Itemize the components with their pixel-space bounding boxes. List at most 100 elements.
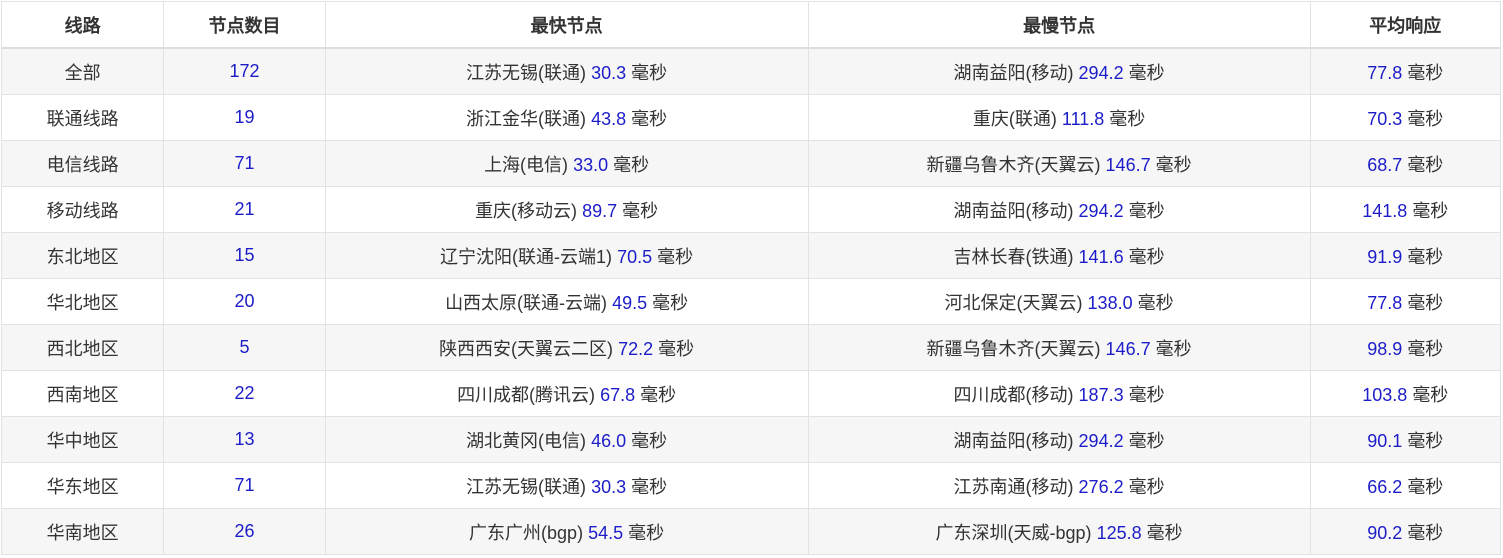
average-latency: 98.9 <box>1367 338 1403 359</box>
cell-slowest: 新疆乌鲁木齐(天翼云) 146.7 毫秒 <box>807 324 1311 371</box>
fastest-latency: 49.5 <box>612 292 648 313</box>
fastest-node-name: 江苏无锡(联通) <box>466 62 587 83</box>
fastest-latency: 33.0 <box>573 154 609 175</box>
node-count: 26 <box>234 521 255 541</box>
cell-average: 141.8 毫秒 <box>1309 186 1502 233</box>
fastest-node-name: 陕西西安(天翼云二区) <box>439 338 614 359</box>
cell-line: 东北地区 <box>0 232 165 279</box>
slowest-latency: 111.8 <box>1061 108 1105 129</box>
slowest-node-name: 河北保定(天翼云) <box>944 292 1083 313</box>
table-row: 华南地区 26 广东广州(bgp) 54.5 毫秒 广东深圳(天威-bgp) 1… <box>0 508 1502 555</box>
latency-unit: 毫秒 <box>1407 522 1444 543</box>
latency-unit: 毫秒 <box>640 384 677 405</box>
cell-average: 91.9 毫秒 <box>1309 232 1502 279</box>
cell-average: 90.1 毫秒 <box>1309 416 1502 463</box>
cell-slowest: 吉林长春(铁通) 141.6 毫秒 <box>807 232 1311 279</box>
cell-fastest: 浙江金华(联通) 43.8 毫秒 <box>324 94 809 141</box>
table-header: 线路 节点数目 最快节点 最慢节点 平均响应 <box>0 1 1502 49</box>
slowest-node-name: 四川成都(移动) <box>953 384 1074 405</box>
cell-slowest: 湖南益阳(移动) 294.2 毫秒 <box>807 416 1311 463</box>
latency-unit: 毫秒 <box>1407 246 1444 267</box>
cell-fastest: 辽宁沈阳(联通-云端1) 70.5 毫秒 <box>324 232 809 279</box>
fastest-node-name: 浙江金华(联通) <box>466 108 587 129</box>
cell-count: 13 <box>163 416 326 463</box>
latency-unit: 毫秒 <box>1128 476 1165 497</box>
cell-average: 103.8 毫秒 <box>1309 370 1502 417</box>
average-latency: 68.7 <box>1367 154 1403 175</box>
line-name: 东北地区 <box>46 246 119 267</box>
slowest-node-name: 新疆乌鲁木齐(天翼云) <box>926 154 1101 175</box>
fastest-latency: 67.8 <box>600 384 636 405</box>
table-row: 华中地区 13 湖北黄冈(电信) 46.0 毫秒 湖南益阳(移动) 294.2 … <box>0 416 1502 463</box>
node-count: 22 <box>234 383 255 403</box>
latency-unit: 毫秒 <box>657 246 694 267</box>
cell-slowest: 河北保定(天翼云) 138.0 毫秒 <box>807 278 1311 325</box>
node-count: 19 <box>234 107 255 127</box>
table-row: 东北地区 15 辽宁沈阳(联通-云端1) 70.5 毫秒 吉林长春(铁通) 14… <box>0 232 1502 279</box>
latency-unit: 毫秒 <box>1155 154 1192 175</box>
latency-unit: 毫秒 <box>1109 108 1146 129</box>
latency-unit: 毫秒 <box>1412 384 1449 405</box>
cell-fastest: 重庆(移动云) 89.7 毫秒 <box>324 186 809 233</box>
node-count: 21 <box>234 199 255 219</box>
slowest-latency: 125.8 <box>1096 522 1142 543</box>
table-row: 西北地区 5 陕西西安(天翼云二区) 72.2 毫秒 新疆乌鲁木齐(天翼云) 1… <box>0 324 1502 371</box>
cell-count: 71 <box>163 140 326 187</box>
cell-fastest: 陕西西安(天翼云二区) 72.2 毫秒 <box>324 324 809 371</box>
cell-slowest: 江苏南通(移动) 276.2 毫秒 <box>807 462 1311 509</box>
cell-count: 71 <box>163 462 326 509</box>
latency-unit: 毫秒 <box>1407 62 1444 83</box>
latency-unit: 毫秒 <box>1407 292 1444 313</box>
slowest-latency: 141.6 <box>1078 246 1124 267</box>
cell-fastest: 湖北黄冈(电信) 46.0 毫秒 <box>324 416 809 463</box>
latency-unit: 毫秒 <box>1407 476 1444 497</box>
cell-line: 全部 <box>0 47 165 95</box>
table-row: 联通线路 19 浙江金华(联通) 43.8 毫秒 重庆(联通) 111.8 毫秒… <box>0 94 1502 141</box>
latency-unit: 毫秒 <box>631 62 668 83</box>
slowest-latency: 146.7 <box>1105 338 1151 359</box>
cell-average: 90.2 毫秒 <box>1309 508 1502 555</box>
fastest-node-name: 辽宁沈阳(联通-云端1) <box>440 246 613 267</box>
fastest-node-name: 上海(电信) <box>484 154 569 175</box>
latency-unit: 毫秒 <box>658 338 695 359</box>
cell-line: 西北地区 <box>0 324 165 371</box>
latency-table: 线路 节点数目 最快节点 最慢节点 平均响应 全部 172 江苏无锡(联通) 3… <box>0 1 1502 555</box>
latency-unit: 毫秒 <box>631 108 668 129</box>
cell-line: 华中地区 <box>0 416 165 463</box>
slowest-latency: 294.2 <box>1078 200 1124 221</box>
cell-count: 172 <box>163 47 326 95</box>
latency-unit: 毫秒 <box>628 522 665 543</box>
latency-unit: 毫秒 <box>631 476 668 497</box>
cell-average: 70.3 毫秒 <box>1309 94 1502 141</box>
cell-count: 21 <box>163 186 326 233</box>
fastest-latency: 54.5 <box>588 522 624 543</box>
latency-unit: 毫秒 <box>1146 522 1183 543</box>
cell-slowest: 湖南益阳(移动) 294.2 毫秒 <box>807 186 1311 233</box>
latency-unit: 毫秒 <box>1407 154 1444 175</box>
cell-fastest: 上海(电信) 33.0 毫秒 <box>324 140 809 187</box>
latency-unit: 毫秒 <box>1128 62 1165 83</box>
line-name: 华北地区 <box>46 292 119 313</box>
cell-line: 华东地区 <box>0 462 165 509</box>
line-name: 华东地区 <box>46 476 119 497</box>
cell-average: 77.8 毫秒 <box>1309 278 1502 325</box>
fastest-node-name: 江苏无锡(联通) <box>466 476 587 497</box>
line-name: 联通线路 <box>46 108 119 129</box>
cell-line: 电信线路 <box>0 140 165 187</box>
fastest-latency: 70.5 <box>617 246 653 267</box>
node-count: 71 <box>234 475 255 495</box>
fastest-latency: 46.0 <box>591 430 627 451</box>
fastest-node-name: 重庆(移动云) <box>475 200 578 221</box>
cell-line: 华北地区 <box>0 278 165 325</box>
average-latency: 77.8 <box>1367 62 1403 83</box>
cell-count: 19 <box>163 94 326 141</box>
line-name: 华南地区 <box>46 522 119 543</box>
latency-unit: 毫秒 <box>652 292 689 313</box>
cell-count: 22 <box>163 370 326 417</box>
table-row: 全部 172 江苏无锡(联通) 30.3 毫秒 湖南益阳(移动) 294.2 毫… <box>0 47 1502 95</box>
slowest-latency: 294.2 <box>1078 430 1124 451</box>
node-count: 5 <box>239 337 250 357</box>
average-latency: 103.8 <box>1362 384 1408 405</box>
latency-unit: 毫秒 <box>1128 246 1165 267</box>
cell-line: 联通线路 <box>0 94 165 141</box>
